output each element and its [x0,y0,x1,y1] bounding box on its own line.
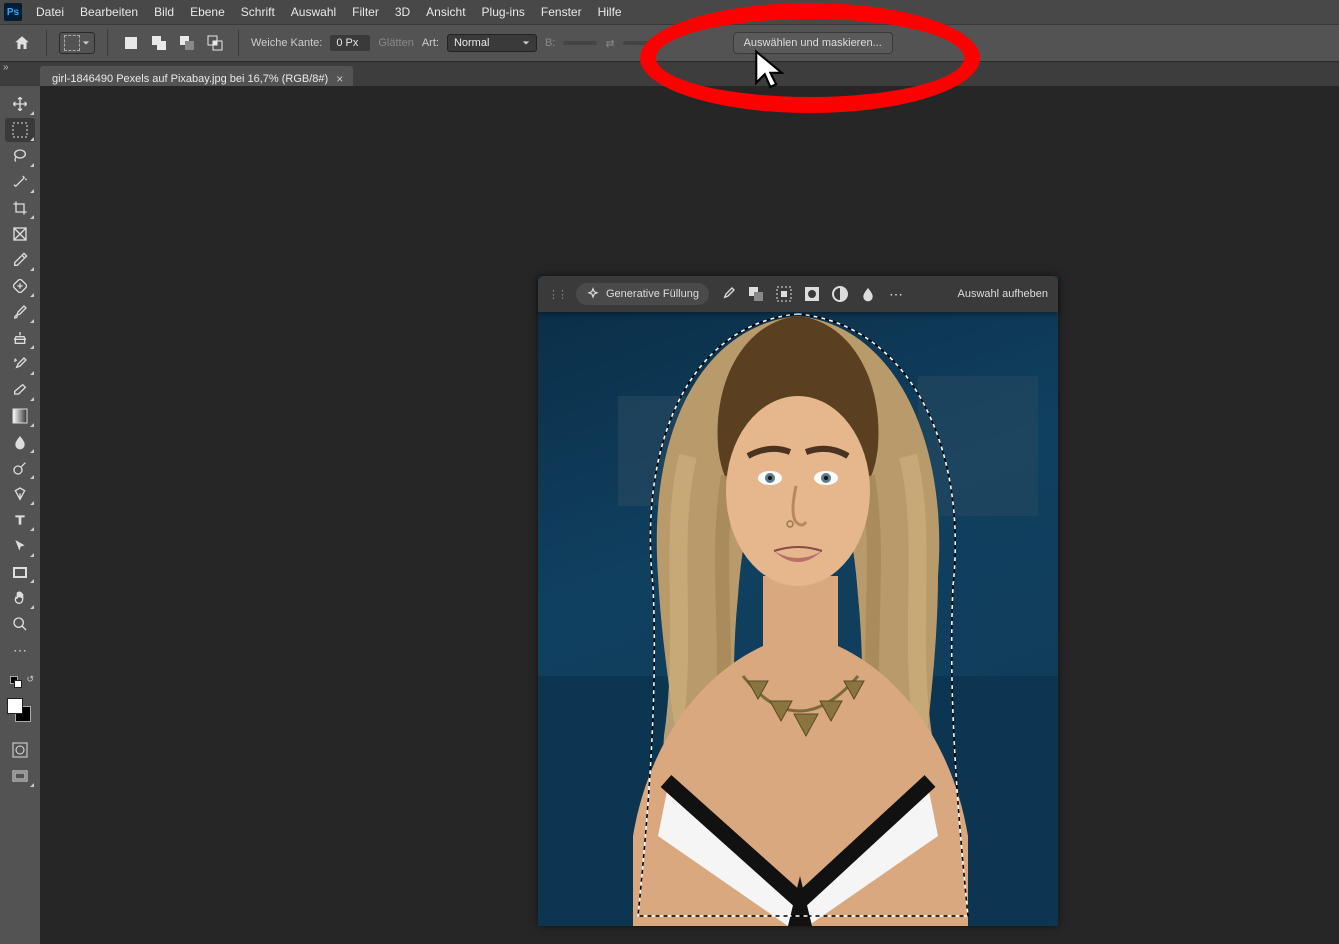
tools-panel: ⋯ ↺ [0,86,40,944]
document-tab-title: girl-1846490 Pexels auf Pixabay.jpg bei … [52,73,328,85]
home-icon[interactable] [10,31,34,55]
clone-stamp-tool[interactable] [5,326,35,350]
eraser-tool[interactable] [5,378,35,402]
pen-tool[interactable] [5,482,35,506]
swap-wh-icon[interactable]: ⇄ [605,37,614,50]
options-bar: Weiche Kante: 0 Px Glätten Art: Normal B… [0,24,1339,62]
ctx-brush-icon[interactable] [719,285,737,303]
height-input [623,41,657,45]
menu-auswahl[interactable]: Auswahl [283,2,344,22]
selection-add-icon[interactable] [148,32,170,54]
chevron-down-icon [82,39,90,47]
ctx-subtract-icon[interactable] [747,285,765,303]
selection-mode-group [120,32,226,54]
menu-filter[interactable]: Filter [344,2,387,22]
chevron-down-icon [522,39,530,47]
close-icon[interactable]: × [336,72,343,86]
selection-subtract-icon[interactable] [176,32,198,54]
history-brush-tool[interactable] [5,352,35,376]
eyedropper-tool[interactable] [5,248,35,272]
brush-tool[interactable] [5,300,35,324]
select-and-mask-button[interactable]: Auswählen und maskieren... [733,32,893,54]
marquee-preset-icon [64,35,80,51]
default-colors-icon[interactable]: ↺ [5,674,35,690]
tool-preset-dropdown[interactable] [59,32,95,54]
spot-heal-tool[interactable] [5,274,35,298]
blur-tool[interactable] [5,430,35,454]
selection-new-icon[interactable] [120,32,142,54]
menu-hilfe[interactable]: Hilfe [590,2,630,22]
style-dropdown[interactable]: Normal [447,34,537,52]
marquee-tool[interactable] [5,118,35,142]
crop-tool[interactable] [5,196,35,220]
more-tools-icon[interactable]: ⋯ [5,638,35,662]
color-swatches[interactable] [7,698,33,724]
antialias-label: Glätten [378,37,413,49]
lasso-tool[interactable] [5,144,35,168]
menu-fenster[interactable]: Fenster [533,2,590,22]
document-canvas[interactable] [538,276,1058,926]
feather-input[interactable]: 0 Px [330,35,370,51]
hand-tool[interactable] [5,586,35,610]
document-image [538,276,1058,926]
frame-tool[interactable] [5,222,35,246]
style-label: Art: [422,37,439,49]
ctx-adjust-icon[interactable] [831,285,849,303]
ctx-more-icon[interactable]: ⋯ [887,285,905,303]
width-label: B: [545,37,555,49]
width-input [563,41,597,45]
generative-fill-button[interactable]: Generative Füllung [576,283,709,305]
contextual-task-bar[interactable]: ⋮⋮ Generative Füllung ⋯ Auswahl aufheben [538,276,1058,312]
expand-panels-icon[interactable]: » [3,62,9,73]
gradient-tool[interactable] [5,404,35,428]
feather-label: Weiche Kante: [251,37,322,49]
canvas-area[interactable]: ⋮⋮ Generative Füllung ⋯ Auswahl aufheben [40,86,1339,944]
menu-bild[interactable]: Bild [146,2,182,22]
magic-wand-tool[interactable] [5,170,35,194]
menu-bar: Ps Datei Bearbeiten Bild Ebene Schrift A… [0,0,1339,24]
menu-ansicht[interactable]: Ansicht [418,2,473,22]
menu-datei[interactable]: Datei [28,2,72,22]
quickmask-icon[interactable] [5,738,35,762]
divider [238,30,239,56]
menu-3d[interactable]: 3D [387,2,418,22]
photoshop-logo-icon: Ps [4,3,22,21]
deselect-button[interactable]: Auswahl aufheben [957,288,1048,300]
drag-handle-icon[interactable]: ⋮⋮ [548,288,566,301]
menu-bearbeiten[interactable]: Bearbeiten [72,2,146,22]
move-tool[interactable] [5,92,35,116]
zoom-tool[interactable] [5,612,35,636]
type-tool[interactable] [5,508,35,532]
menu-ebene[interactable]: Ebene [182,2,233,22]
dodge-tool[interactable] [5,456,35,480]
selection-intersect-icon[interactable] [204,32,226,54]
path-select-tool[interactable] [5,534,35,558]
divider [46,30,47,56]
style-value: Normal [454,37,489,49]
rectangle-tool[interactable] [5,560,35,584]
screenmode-icon[interactable] [5,764,35,788]
menu-schrift[interactable]: Schrift [233,2,283,22]
menu-plugins[interactable]: Plug-ins [474,2,533,22]
divider [107,30,108,56]
generative-fill-label: Generative Füllung [606,288,699,300]
ctx-invert-icon[interactable] [775,285,793,303]
ctx-mask-icon[interactable] [803,285,821,303]
sparkle-icon [586,287,600,301]
ctx-fill-icon[interactable] [859,285,877,303]
